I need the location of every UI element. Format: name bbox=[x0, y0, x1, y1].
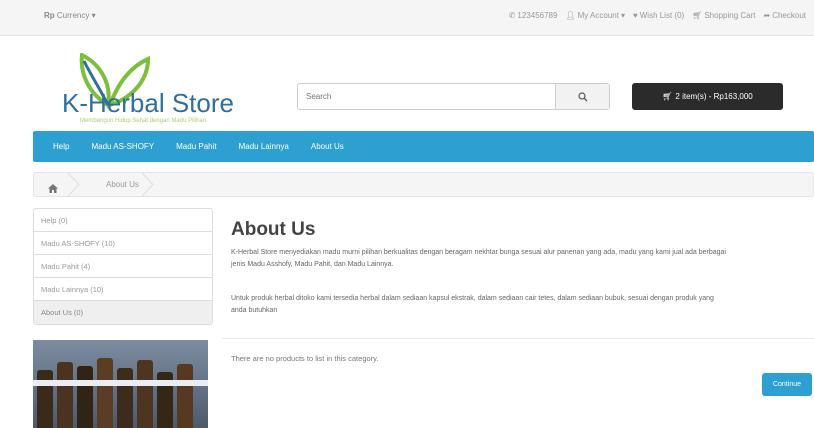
breadcrumb-current[interactable]: About Us bbox=[106, 180, 139, 189]
checkout-label: Checkout bbox=[772, 11, 806, 20]
search-box bbox=[297, 83, 610, 110]
home-icon bbox=[48, 184, 58, 193]
breadcrumb-separator bbox=[68, 173, 80, 196]
top-links: ✆ 123456789 👤︎ My Account ▾ ♥ Wish List … bbox=[509, 11, 806, 20]
bottle-shape bbox=[37, 370, 53, 428]
search-button[interactable] bbox=[555, 84, 609, 109]
nav-item-help[interactable]: Help bbox=[53, 142, 69, 151]
shopping-cart-label: Shopping Cart bbox=[704, 11, 756, 20]
product-banner-image[interactable] bbox=[33, 340, 208, 428]
cart-icon: 🛒︎ bbox=[662, 92, 673, 101]
empty-category-message: There are no products to list in this ca… bbox=[231, 354, 379, 363]
heart-icon: ♥ bbox=[632, 11, 638, 20]
about-paragraph-2: Untuk produk herbal ditoko kami tersedia… bbox=[231, 295, 714, 314]
bottle-shape bbox=[57, 362, 73, 428]
shopping-cart-link[interactable]: 🛒︎ Shopping Cart bbox=[692, 11, 755, 20]
shelf-line bbox=[33, 380, 208, 386]
sidebar-item-madu-lainnya[interactable]: Madu Lainnya (10) bbox=[34, 278, 212, 301]
logo-text: K-Herbal Store bbox=[62, 88, 234, 118]
my-account-link[interactable]: 👤︎ My Account ▾ bbox=[565, 11, 625, 20]
caret-down-icon: ▾ bbox=[91, 11, 96, 20]
phone-icon: ✆ bbox=[508, 11, 516, 20]
nav-item-about-us[interactable]: About Us bbox=[311, 142, 344, 151]
category-sidebar: Help (0) Madu AS-SHOFY (10) Madu Pahit (… bbox=[33, 208, 213, 325]
about-paragraph-1: K-Herbal Store menyediakan madu murni pi… bbox=[231, 249, 726, 268]
bottle-shape bbox=[177, 364, 193, 428]
phone-number: 123456789 bbox=[517, 11, 558, 20]
user-icon: 👤︎ bbox=[565, 11, 576, 20]
currency-label: Currency bbox=[56, 11, 90, 20]
sidebar-item-madu-pahit[interactable]: Madu Pahit (4) bbox=[34, 255, 212, 278]
nav-item-madu-lainnya[interactable]: Madu Lainnya bbox=[239, 142, 289, 151]
sidebar-item-help[interactable]: Help (0) bbox=[34, 209, 212, 232]
sidebar-item-madu-as-shofy[interactable]: Madu AS-SHOFY (10) bbox=[34, 232, 212, 255]
site-header: K-Herbal Store Membangun Hidup Sehat den… bbox=[0, 36, 814, 131]
nav-item-madu-pahit[interactable]: Madu Pahit bbox=[176, 142, 216, 151]
bottle-shape bbox=[117, 368, 133, 428]
sidebar-item-about-us[interactable]: About Us (0) bbox=[34, 301, 212, 324]
cart-icon: 🛒︎ bbox=[692, 11, 703, 20]
my-account-label: My Account bbox=[577, 11, 619, 20]
currency-selector[interactable]: Rp Currency ▾ bbox=[44, 11, 96, 20]
share-arrow-icon: ➦ bbox=[763, 11, 771, 20]
bottle-shape bbox=[77, 366, 93, 428]
search-input[interactable] bbox=[298, 84, 556, 109]
top-bar: Rp Currency ▾ ✆ 123456789 👤︎ My Account … bbox=[0, 0, 814, 36]
cart-summary: 2 item(s) - Rp163,000 bbox=[675, 92, 753, 101]
breadcrumb-home[interactable] bbox=[48, 180, 58, 198]
breadcrumb: About Us bbox=[33, 172, 814, 197]
wishlist-link[interactable]: ♥ Wish List (0) bbox=[633, 11, 684, 20]
wishlist-label: Wish List (0) bbox=[639, 11, 685, 20]
checkout-link[interactable]: ➦ Checkout bbox=[764, 11, 807, 20]
cart-button[interactable]: 🛒︎ 2 item(s) - Rp163,000 bbox=[632, 83, 783, 110]
bottle-shape bbox=[97, 358, 113, 428]
page-title: About Us bbox=[231, 219, 316, 240]
nav-item-madu-as-shofy[interactable]: Madu AS-SHOFY bbox=[91, 142, 154, 151]
phone-link[interactable]: ✆ 123456789 bbox=[509, 11, 558, 20]
continue-button[interactable]: Continue bbox=[762, 373, 812, 396]
main-nav: Help Madu AS-SHOFY Madu Pahit Madu Lainn… bbox=[33, 131, 814, 162]
breadcrumb-separator bbox=[142, 173, 154, 196]
caret-down-icon: ▾ bbox=[620, 11, 625, 20]
bottle-shape bbox=[137, 360, 153, 428]
currency-symbol: Rp bbox=[44, 11, 55, 20]
logo-tagline: Membangun Hidup Sehat dengan Madu Piliha… bbox=[80, 118, 207, 124]
search-icon bbox=[577, 91, 587, 101]
content-divider bbox=[222, 338, 814, 339]
